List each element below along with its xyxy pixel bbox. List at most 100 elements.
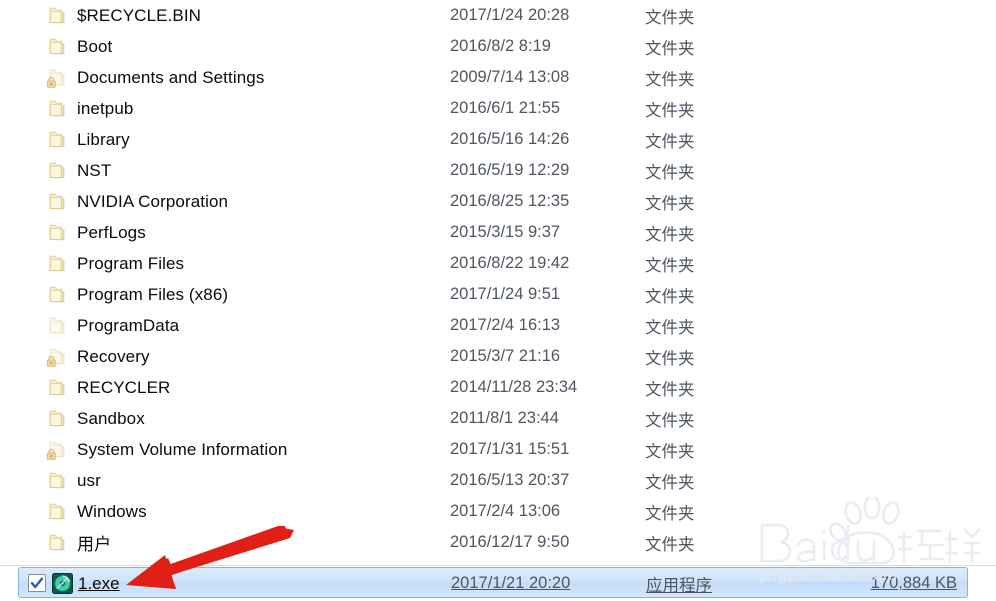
folder-locked-icon <box>46 346 68 368</box>
table-row[interactable]: Program Files2016/8/22 19:42文件夹 <box>0 248 996 279</box>
exe-disc-icon <box>52 573 73 594</box>
file-type-cell: 文件夹 <box>645 341 695 372</box>
table-row[interactable]: ProgramData2017/2/4 16:13文件夹 <box>0 310 996 341</box>
list-separator <box>0 565 996 566</box>
file-name-cell[interactable]: Recovery <box>46 341 150 372</box>
file-name-cell[interactable]: $RECYCLE.BIN <box>46 0 201 31</box>
folder-icon <box>46 470 68 492</box>
folder-icon <box>46 315 68 337</box>
file-type-cell: 文件夹 <box>645 31 695 62</box>
file-name-cell[interactable]: System Volume Information <box>46 434 287 465</box>
table-row[interactable]: Program Files (x86)2017/1/24 9:51文件夹 <box>0 279 996 310</box>
file-type-cell: 文件夹 <box>645 62 695 93</box>
folder-icon <box>46 98 68 120</box>
file-name-cell[interactable]: NVIDIA Corporation <box>46 186 228 217</box>
file-date-cell: 2015/3/15 9:37 <box>450 217 560 248</box>
file-name-cell[interactable]: 用户 <box>46 527 111 558</box>
file-name-cell[interactable]: Windows <box>46 496 147 527</box>
file-name-cell[interactable]: usr <box>46 465 101 496</box>
folder-icon <box>46 129 68 151</box>
file-name-label: Sandbox <box>77 409 145 429</box>
file-type-cell: 文件夹 <box>645 0 695 31</box>
file-name-label: 用户 <box>77 530 111 555</box>
file-name-label: NST <box>77 161 111 181</box>
table-row[interactable]: 用户 2016/12/17 9:50 文件夹 <box>0 527 996 558</box>
file-name-cell[interactable]: Library <box>46 124 130 155</box>
table-row[interactable]: NST 2016/5/19 12:29 文件夹 <box>0 155 996 186</box>
table-row[interactable]: PerfLogs2015/3/15 9:37文件夹 <box>0 217 996 248</box>
file-type-cell: 文件夹 <box>645 93 695 124</box>
file-date-cell: 2016/8/25 12:35 <box>450 186 569 217</box>
table-row[interactable]: Library 2016/5/16 14:26 文件夹 <box>0 124 996 155</box>
file-type-cell: 文件夹 <box>645 279 695 310</box>
file-date-cell: 2016/5/13 20:37 <box>450 465 569 496</box>
file-date-cell: 2017/2/4 13:06 <box>450 496 560 527</box>
file-name-cell[interactable]: NST <box>46 155 111 186</box>
file-date-cell: 2016/5/19 12:29 <box>450 155 569 186</box>
table-row[interactable]: Recovery 2015/3/7 21:16 文件夹 <box>0 341 996 372</box>
file-name-cell[interactable]: Boot <box>46 31 112 62</box>
table-row[interactable]: inetpub 2016/6/1 21:55 文件夹 <box>0 93 996 124</box>
table-row[interactable]: Windows2017/2/4 13:06文件夹 <box>0 496 996 527</box>
file-type-cell: 文件夹 <box>645 434 695 465</box>
table-row[interactable]: Documents and Settings 2009/7/14 13:08 文件夹 <box>0 62 996 93</box>
file-date-cell: 2017/1/31 15:51 <box>450 434 569 465</box>
file-date-cell: 2016/12/17 9:50 <box>450 527 569 558</box>
file-name-label: ProgramData <box>77 316 179 336</box>
file-list[interactable]: $RECYCLE.BIN2017/1/24 20:28文件夹 Boot 2016/8… <box>0 0 996 565</box>
file-select-checkbox[interactable] <box>28 574 46 592</box>
file-name-label: RECYCLER <box>77 378 170 398</box>
file-name-cell[interactable]: Program Files <box>46 248 184 279</box>
file-type-cell: 文件夹 <box>645 465 695 496</box>
folder-icon <box>46 284 68 306</box>
selected-file-size[interactable]: 170,884 KB <box>871 568 957 599</box>
file-date-cell: 2015/3/7 21:16 <box>450 341 560 372</box>
file-name-label: PerfLogs <box>77 223 146 243</box>
folder-icon <box>46 5 68 27</box>
file-name-label: usr <box>77 471 101 491</box>
table-row[interactable]: $RECYCLE.BIN2017/1/24 20:28文件夹 <box>0 0 996 31</box>
file-date-cell: 2009/7/14 13:08 <box>450 62 569 93</box>
file-type-cell: 文件夹 <box>645 527 695 558</box>
file-name-label: Recovery <box>77 347 150 367</box>
folder-icon <box>46 36 68 58</box>
file-date-cell: 2016/8/2 8:19 <box>450 31 551 62</box>
folder-icon <box>46 377 68 399</box>
table-row[interactable]: usr 2016/5/13 20:37 文件夹 <box>0 465 996 496</box>
folder-icon <box>46 160 68 182</box>
table-row[interactable]: System Volume Information 2017/1/31 15:51… <box>0 434 996 465</box>
table-row[interactable]: Boot 2016/8/2 8:19 文件夹 <box>0 31 996 62</box>
file-date-cell: 2014/11/28 23:34 <box>450 372 577 403</box>
folder-icon <box>46 408 68 430</box>
explorer-file-list-screenshot: jingyan.baidu.com $RECYCLE.BIN2017/1/24 … <box>0 0 996 601</box>
folder-locked-icon <box>46 67 68 89</box>
file-type-cell: 文件夹 <box>645 155 695 186</box>
file-name-cell[interactable]: inetpub <box>46 93 133 124</box>
file-date-cell: 2016/6/1 21:55 <box>450 93 560 124</box>
selected-file-row[interactable]: 1.exe 2017/1/21 20:20 应用程序 170,884 KB <box>18 567 968 598</box>
file-name-cell[interactable]: Documents and Settings <box>46 62 264 93</box>
file-type-cell: 文件夹 <box>645 124 695 155</box>
file-name-cell[interactable]: RECYCLER <box>46 372 170 403</box>
file-name-label: Program Files <box>77 254 184 274</box>
table-row[interactable]: RECYCLER2014/11/28 23:34文件夹 <box>0 372 996 403</box>
selected-file-date[interactable]: 2017/1/21 20:20 <box>451 568 570 599</box>
file-name-cell[interactable]: Program Files (x86) <box>46 279 228 310</box>
file-name-cell[interactable]: PerfLogs <box>46 217 146 248</box>
folder-icon <box>46 253 68 275</box>
folder-icon <box>46 222 68 244</box>
file-name-label: Boot <box>77 37 112 57</box>
file-name-cell[interactable]: ProgramData <box>46 310 179 341</box>
selected-file-type[interactable]: 应用程序 <box>646 568 712 599</box>
folder-icon <box>46 501 68 523</box>
file-name-cell[interactable]: Sandbox <box>46 403 145 434</box>
file-name-label: NVIDIA Corporation <box>77 192 228 212</box>
file-type-cell: 文件夹 <box>645 310 695 341</box>
file-date-cell: 2011/8/1 23:44 <box>450 403 559 434</box>
selected-file-name[interactable]: 1.exe <box>78 568 120 599</box>
file-type-cell: 文件夹 <box>645 186 695 217</box>
file-date-cell: 2016/5/16 14:26 <box>450 124 569 155</box>
table-row[interactable]: NVIDIA Corporation 2016/8/25 12:35 文件夹 <box>0 186 996 217</box>
table-row[interactable]: Sandbox2011/8/1 23:44文件夹 <box>0 403 996 434</box>
file-name-label: inetpub <box>77 99 133 119</box>
